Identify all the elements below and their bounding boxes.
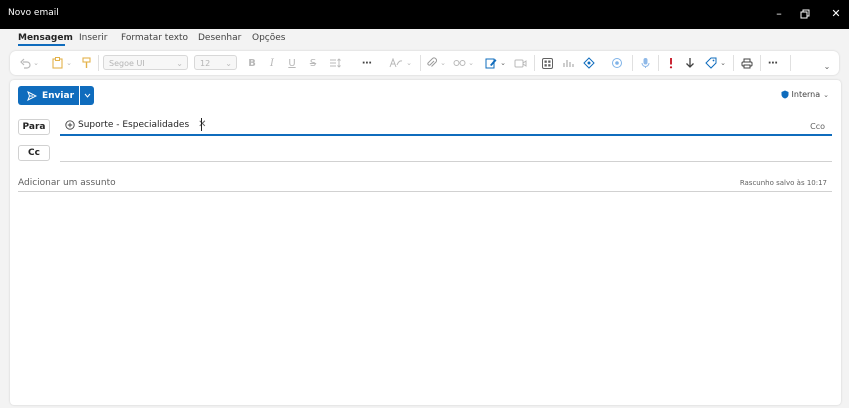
print-icon[interactable] — [740, 55, 754, 71]
to-button[interactable]: Para — [18, 119, 50, 135]
attach-file-icon[interactable] — [424, 55, 438, 71]
send-button[interactable]: Enviar — [18, 86, 79, 105]
font-size-select[interactable]: 12 ⌄ — [194, 55, 237, 70]
sensitivity-label: Interna — [791, 90, 821, 99]
title-bar: Novo email – ✕ — [0, 0, 849, 29]
message-body[interactable] — [18, 196, 832, 396]
chevron-down-icon: ⌄ — [225, 59, 232, 68]
sensitivity-label-button[interactable]: Interna ⌄ — [781, 90, 829, 99]
attach-dropdown-icon[interactable]: ⌄ — [439, 55, 447, 71]
recipient-name: Suporte - Especialidades — [78, 119, 190, 130]
remove-recipient-icon[interactable]: ✕ — [198, 119, 206, 130]
send-options-button[interactable] — [80, 86, 94, 105]
paste-icon[interactable] — [50, 55, 64, 71]
minimize-icon[interactable]: – — [768, 5, 790, 23]
meeting-video-icon[interactable] — [513, 55, 527, 71]
subject-input[interactable]: Adicionar um assunto — [18, 178, 116, 188]
send-icon — [27, 90, 37, 101]
cc-field-underline — [60, 161, 832, 162]
styles-icon[interactable] — [388, 55, 404, 71]
strikethrough-icon[interactable]: S — [307, 55, 319, 71]
text-caret — [201, 118, 202, 131]
tab-formatar-texto[interactable]: Formatar texto — [121, 33, 188, 43]
cc-button[interactable]: Cc — [18, 145, 50, 161]
paste-dropdown-icon[interactable]: ⌄ — [65, 55, 73, 71]
restore-icon[interactable] — [794, 5, 816, 23]
more-options-icon[interactable]: ⋯ — [360, 55, 374, 71]
sensitivity-tag-icon[interactable] — [704, 55, 718, 71]
tab-inserir[interactable]: Inserir — [79, 33, 108, 43]
bold-icon[interactable]: B — [246, 55, 258, 71]
chevron-down-icon — [84, 93, 90, 98]
undo-dropdown-icon[interactable]: ⌄ — [32, 55, 40, 71]
active-tab-indicator — [18, 44, 65, 46]
window-title: Novo email — [8, 8, 59, 18]
diagram-icon[interactable] — [582, 55, 596, 71]
font-name-select[interactable]: Segoe UI ⌄ — [103, 55, 188, 70]
tab-opcoes[interactable]: Opções — [252, 33, 285, 43]
tab-desenhar[interactable]: Desenhar — [198, 33, 241, 43]
underline-icon[interactable]: U — [286, 55, 298, 71]
font-size-value: 12 — [200, 59, 211, 68]
copilot-icon[interactable] — [610, 55, 624, 71]
shield-icon — [781, 90, 789, 99]
format-painter-icon[interactable] — [80, 55, 92, 71]
chart-icon[interactable] — [561, 55, 575, 71]
expand-ribbon-icon[interactable]: ⌄ — [822, 58, 832, 74]
to-field-underline — [60, 134, 832, 136]
dictate-microphone-icon[interactable] — [638, 55, 652, 71]
italic-icon[interactable]: I — [266, 55, 278, 71]
high-importance-icon[interactable] — [665, 55, 677, 71]
menu-bar: Mensagem Inserir Formatar texto Desenhar… — [0, 29, 849, 48]
compose-pane: Enviar Interna ⌄ Para Suporte - Especial… — [10, 80, 841, 405]
apps-grid-icon[interactable] — [540, 55, 554, 71]
link-icon[interactable] — [452, 55, 466, 71]
send-label: Enviar — [42, 90, 75, 101]
chevron-down-icon: ⌄ — [176, 59, 183, 68]
low-importance-icon[interactable] — [684, 55, 696, 71]
signature-dropdown-icon[interactable]: ⌄ — [499, 55, 507, 71]
group-add-icon — [65, 119, 75, 130]
signature-icon[interactable] — [484, 55, 498, 71]
sensitivity-dropdown-icon[interactable]: ⌄ — [719, 55, 727, 71]
close-icon[interactable]: ✕ — [825, 5, 847, 23]
draft-status: Rascunho salvo às 10:17 — [739, 179, 827, 187]
overflow-menu-icon[interactable]: ⋯ — [766, 55, 780, 71]
recipient-chip[interactable]: Suporte - Especialidades ✕ — [65, 119, 207, 130]
font-name-value: Segoe UI — [109, 59, 145, 68]
styles-dropdown-icon[interactable]: ⌄ — [405, 55, 413, 71]
link-dropdown-icon[interactable]: ⌄ — [467, 55, 475, 71]
subject-underline — [18, 191, 832, 192]
line-spacing-icon[interactable] — [328, 55, 342, 71]
undo-icon[interactable] — [18, 55, 32, 71]
bcc-button[interactable]: Cco — [810, 122, 825, 131]
chevron-down-icon: ⌄ — [823, 90, 829, 99]
tab-mensagem[interactable]: Mensagem — [18, 33, 73, 43]
ribbon-toolbar: ⌄ ⌄ Segoe UI ⌄ 12 ⌄ B I U S ⋯ ⌄ ⌄ ⌄ ⌄ ⌄ … — [10, 51, 839, 75]
